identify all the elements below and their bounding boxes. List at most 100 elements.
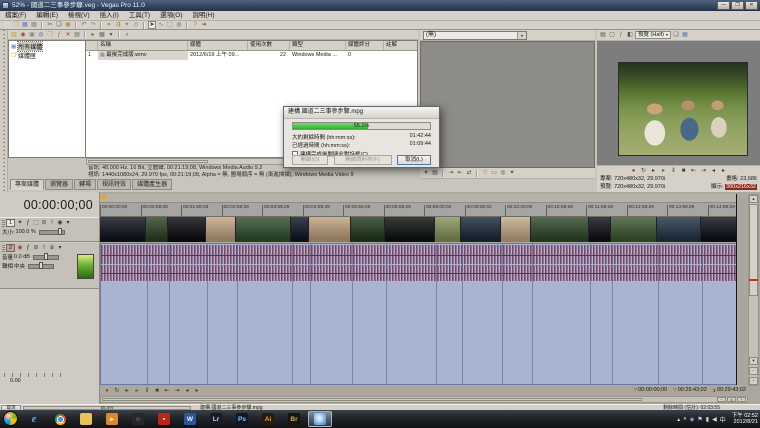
pause-icon[interactable]: ‖ bbox=[670, 167, 678, 175]
timeline-vertical-scrollbar[interactable]: ▲ ▼ − + bbox=[748, 194, 759, 386]
new-project-icon[interactable]: ▢ bbox=[3, 21, 11, 29]
tree-item-all-media[interactable]: ▦所有媒體 bbox=[9, 42, 85, 51]
timeline-zoom-in-icon[interactable]: + bbox=[737, 397, 746, 402]
video-event[interactable] bbox=[589, 217, 611, 242]
timeline-zoom-out-icon[interactable]: − bbox=[717, 397, 726, 402]
play-icon[interactable]: ▸ bbox=[660, 167, 668, 175]
paste-icon[interactable]: ▣ bbox=[64, 21, 72, 29]
tray-ime-icon[interactable]: 中 bbox=[720, 415, 726, 424]
go-to-end-icon[interactable]: ⇥ bbox=[700, 167, 708, 175]
go-to-end-icon[interactable]: ⇥ bbox=[173, 387, 181, 395]
get-photo-icon[interactable]: ▣ bbox=[28, 31, 36, 39]
table-row[interactable]: 1▦ 最後完成版.wmv2012/6/19 上午 09...22Windows … bbox=[86, 51, 417, 60]
pan-slider[interactable] bbox=[28, 264, 54, 269]
save-snapshot-icon[interactable]: ▦ bbox=[681, 31, 689, 39]
photoshop-icon[interactable]: Ps bbox=[230, 411, 254, 427]
taskbar-clock[interactable]: 下午 02:52 2012/8/21 bbox=[729, 413, 758, 426]
preview-quality-selector[interactable]: 預覽 (Half) ▾ bbox=[635, 31, 671, 39]
tray-flag-icon[interactable]: ⚑ bbox=[697, 416, 702, 423]
trimmer-history-icon[interactable]: ▾ bbox=[422, 169, 430, 177]
record-icon[interactable]: ● bbox=[630, 167, 638, 175]
explorer-icon[interactable] bbox=[74, 411, 98, 427]
chevron-down-icon[interactable]: ▾ bbox=[517, 32, 526, 39]
automation-settings-icon[interactable]: ◉ bbox=[56, 219, 64, 227]
tray-update-icon[interactable]: ◆ bbox=[690, 416, 695, 423]
audio-track-number[interactable]: 2 bbox=[6, 244, 15, 252]
trimmer-marker-icon[interactable]: ▽ bbox=[481, 169, 489, 177]
cursor-time-display[interactable]: 00:00:00;00 bbox=[1, 195, 98, 215]
track-mute-icon[interactable]: ⊘ bbox=[32, 244, 40, 252]
interactive-tutorials-icon[interactable]: ? bbox=[191, 21, 199, 29]
go-to-start-icon[interactable]: ⇤ bbox=[163, 387, 171, 395]
external-monitor-icon[interactable]: ▢ bbox=[608, 31, 616, 39]
timeline-marker-icon[interactable] bbox=[100, 195, 108, 201]
timeline-horizontal-scrollbar[interactable]: − ▭ + bbox=[100, 396, 748, 403]
compositing-mode-icon[interactable]: ▾ bbox=[64, 219, 72, 227]
trimmer-region-icon[interactable]: ▭ bbox=[490, 169, 498, 177]
start-button[interactable] bbox=[3, 411, 18, 426]
open-folder-button[interactable]: 開啟資料夾(F) bbox=[334, 155, 392, 165]
play-icon[interactable]: ▸ bbox=[133, 387, 141, 395]
video-event[interactable] bbox=[168, 217, 206, 242]
project-video-properties-icon[interactable]: ▤ bbox=[599, 31, 607, 39]
media-fx-icon[interactable]: ƒ bbox=[55, 31, 63, 39]
auto-ripple-icon[interactable]: ⇶ bbox=[114, 21, 122, 29]
tray-volume-icon[interactable]: ◀ bbox=[712, 416, 717, 423]
media-column-header[interactable] bbox=[86, 41, 98, 50]
menu-item-view[interactable]: 檢視(V) bbox=[63, 11, 95, 20]
bridge-icon[interactable]: Br bbox=[282, 411, 306, 427]
pause-icon[interactable]: ‖ bbox=[143, 387, 151, 395]
track-zoom-in-icon[interactable]: + bbox=[749, 377, 758, 385]
video-event[interactable] bbox=[291, 217, 309, 242]
media-column-header[interactable]: 名稱 bbox=[98, 41, 188, 50]
record-icon[interactable]: ● bbox=[103, 387, 111, 395]
video-event[interactable] bbox=[611, 217, 657, 242]
video-track-number[interactable]: 1 bbox=[6, 219, 15, 227]
dock-grip[interactable] bbox=[0, 30, 8, 192]
selection-start-time[interactable]: ▽00:00:00;00 bbox=[634, 387, 668, 393]
redo-icon[interactable]: ↷ bbox=[89, 21, 97, 29]
video-event[interactable] bbox=[501, 217, 531, 242]
open-project-icon[interactable]: ❐ bbox=[12, 21, 20, 29]
add-media-from-cursor-icon[interactable]: ⇥ bbox=[447, 169, 455, 177]
video-event[interactable] bbox=[206, 217, 236, 242]
undo-icon[interactable]: ↶ bbox=[80, 21, 88, 29]
video-track-header[interactable]: 1 ✦ƒ⬚⊘!◉▾ 大小: 100.0 % bbox=[0, 217, 99, 242]
next-frame-icon[interactable]: ▸ bbox=[193, 387, 201, 395]
loop-playback-icon[interactable]: ↻ bbox=[640, 167, 648, 175]
video-event[interactable] bbox=[100, 217, 146, 242]
trimmer-media-selector[interactable]: (無) ▾ bbox=[423, 31, 527, 40]
menu-item-options[interactable]: 選項(O) bbox=[155, 11, 187, 20]
horizontal-scroll-thumb[interactable] bbox=[102, 398, 642, 401]
timeline-zoom-slider[interactable]: ▭ bbox=[727, 397, 736, 402]
track-mute-icon[interactable]: ⊘ bbox=[40, 219, 48, 227]
playback-rate-value[interactable]: 0.00 bbox=[10, 378, 21, 384]
add-media-up-to-cursor-icon[interactable]: ⇤ bbox=[456, 169, 464, 177]
video-event[interactable] bbox=[309, 217, 351, 242]
tree-item-media-bins[interactable]: ❒媒體匣 bbox=[9, 51, 85, 60]
audio-event[interactable] bbox=[100, 243, 737, 385]
audio-track-header[interactable]: 2 ◉ƒ⊘!ø▾ 音量 0.0 dB 聲相 中央 bbox=[0, 243, 99, 289]
cut-icon[interactable]: ✂ bbox=[46, 21, 54, 29]
project-properties-icon[interactable]: ▤ bbox=[30, 21, 38, 29]
views-icon[interactable]: ▦ bbox=[98, 31, 106, 39]
red-media-app-icon[interactable]: ▪ bbox=[152, 411, 176, 427]
import-media-icon[interactable]: ▥ bbox=[10, 31, 18, 39]
next-frame-icon[interactable]: ▸ bbox=[720, 167, 728, 175]
stop-icon[interactable]: ■ bbox=[153, 387, 161, 395]
menu-item-help[interactable]: 說明(H) bbox=[188, 11, 220, 20]
track-solo-icon[interactable]: ! bbox=[40, 244, 48, 252]
media-column-header[interactable]: 類型 bbox=[290, 41, 346, 50]
menu-item-edit[interactable]: 編輯(E) bbox=[31, 11, 63, 20]
prev-frame-icon[interactable]: ◂ bbox=[710, 167, 718, 175]
split-screen-view-icon[interactable]: ◧ bbox=[626, 31, 634, 39]
vertical-scroll-thumb[interactable] bbox=[749, 204, 758, 296]
vegas-icon[interactable]: ◎ bbox=[308, 411, 332, 427]
video-level-slider[interactable] bbox=[39, 230, 65, 235]
video-event[interactable] bbox=[146, 217, 168, 242]
video-event[interactable] bbox=[435, 217, 461, 242]
media-properties-icon[interactable]: ▤ bbox=[73, 31, 81, 39]
video-event[interactable] bbox=[657, 217, 701, 242]
tab-project-media[interactable]: 專案媒體 bbox=[10, 179, 44, 190]
photo-viewer-icon[interactable]: ○ bbox=[126, 411, 150, 427]
